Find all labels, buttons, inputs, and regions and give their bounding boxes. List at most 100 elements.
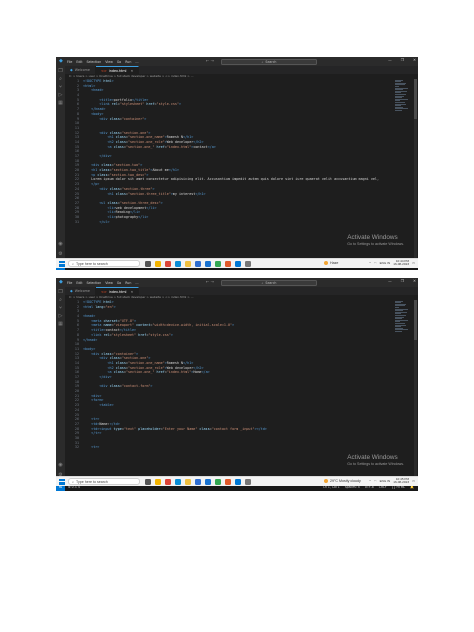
vscode-taskbar-icon[interactable] [235, 478, 241, 485]
command-search-box[interactable]: ⌕ Search [221, 58, 317, 65]
close-tab-icon[interactable]: ✕ [130, 69, 133, 73]
nav-arrows-icon[interactable]: ← → [206, 58, 214, 63]
taskbar-apps [145, 478, 251, 485]
notification-center-icon[interactable]: ▭ [412, 261, 415, 265]
extensions-icon[interactable]: ▦ [58, 101, 63, 106]
mail-icon[interactable] [205, 478, 211, 485]
wifi-icon[interactable]: ◠ [374, 261, 377, 265]
tray-chevron-icon[interactable]: ^ [369, 261, 370, 265]
windows-start-icon[interactable] [59, 260, 65, 267]
menu-item[interactable]: … [135, 281, 138, 285]
vscode-taskbar-icon[interactable] [235, 260, 241, 267]
tab-welcome[interactable]: ◆ Welcome [65, 287, 96, 295]
minimize-button[interactable]: — [388, 279, 392, 283]
taskbar-search-box[interactable]: ⌕ Type here to search [68, 478, 140, 485]
tray-chevron-icon[interactable]: ^ [369, 479, 370, 483]
task-view-icon[interactable] [145, 478, 151, 485]
minimap[interactable] [395, 300, 409, 360]
weather-text: Haze [330, 260, 339, 265]
menu-item[interactable]: File [67, 281, 72, 285]
scroll-thumb[interactable] [414, 300, 417, 340]
wifi-icon[interactable]: ◠ [374, 479, 377, 483]
menu-item[interactable]: Edit [76, 281, 82, 285]
account-icon[interactable]: ◉ [58, 242, 63, 247]
mail-icon[interactable] [205, 260, 211, 267]
browser-icon[interactable] [155, 260, 161, 267]
account-icon[interactable]: ◉ [58, 463, 63, 468]
close-tab-icon[interactable]: ✕ [130, 290, 133, 294]
explorer-icon[interactable]: ❐ [58, 290, 63, 295]
clock[interactable]: 10:44 PM 16-08-2023 [393, 259, 409, 267]
settings-icon[interactable] [245, 478, 251, 485]
taskbar-apps [145, 260, 251, 267]
chrome-icon-2[interactable] [215, 478, 221, 485]
store-icon[interactable] [195, 260, 201, 267]
start-tile [62, 481, 65, 485]
source-control-icon[interactable]: ⑂ [58, 85, 63, 90]
menu-item[interactable]: Run [125, 60, 131, 64]
chrome-icon[interactable] [165, 478, 171, 485]
close-button[interactable]: ✕ [413, 279, 416, 283]
vscode-logo-icon: ◆ [59, 58, 63, 64]
task-view-icon[interactable] [145, 260, 151, 267]
menu-item[interactable]: … [135, 60, 138, 64]
code-content[interactable]: <!DOCTYPE html> <html> <head> <title>port… [83, 79, 379, 224]
file-explorer-icon[interactable] [185, 478, 191, 485]
run-debug-icon[interactable]: ▷ [58, 314, 63, 319]
menu-item[interactable]: Go [117, 281, 121, 285]
browser-icon[interactable] [155, 478, 161, 485]
tab-index-html[interactable]: <> index.html ✕ [95, 287, 140, 295]
weather-widget[interactable]: 29°C Mostly cloudy [324, 478, 361, 483]
office-icon[interactable] [225, 478, 231, 485]
search-icon[interactable]: ⌕ [58, 298, 63, 303]
menu-item[interactable]: Edit [76, 60, 82, 64]
chrome-icon[interactable] [165, 260, 171, 267]
chrome-icon-2[interactable] [215, 260, 221, 267]
minimize-button[interactable]: — [388, 58, 392, 62]
source-control-icon[interactable]: ⑂ [58, 306, 63, 311]
code-content[interactable]: <!DOCTYPE html> <html lang="en"> <head> <m… [83, 300, 267, 450]
weather-widget[interactable]: Haze [324, 260, 339, 265]
edge-icon[interactable] [175, 478, 181, 485]
menu-item[interactable]: Selection [87, 281, 102, 285]
tab-index-html[interactable]: <> index.html ✕ [95, 66, 140, 74]
notification-center-icon[interactable]: ▭ [412, 479, 415, 483]
extensions-icon[interactable]: ▦ [58, 322, 63, 327]
vertical-scrollbar[interactable] [414, 300, 417, 483]
menu-item[interactable]: Run [125, 281, 131, 285]
vertical-scrollbar[interactable] [414, 79, 417, 262]
taskbar-search-box[interactable]: ⌕ Type here to search [68, 260, 140, 267]
maximize-button[interactable]: ❐ [401, 279, 404, 283]
code-editor[interactable]: 1 2 3 4 5 6 7 8 9 10 11 12 13 14 15 16 17 18 19 20 21 22 23 24 2… [65, 300, 395, 483]
windows-start-icon[interactable] [59, 478, 65, 485]
code-editor[interactable]: 1 2 3 4 5 6 7 8 9 10 11 12 13 14 15 16 17 18 19 20 21 22 23 24 2… [65, 79, 395, 262]
language-indicator[interactable]: ENG IN [380, 261, 391, 265]
command-search-box[interactable]: ⌕ Search [221, 279, 317, 286]
close-button[interactable]: ✕ [413, 58, 416, 62]
window-controls: — ❐ ✕ [388, 58, 416, 62]
search-icon[interactable]: ⌕ [58, 77, 63, 82]
menu-item[interactable]: Selection [87, 60, 102, 64]
store-icon[interactable] [195, 478, 201, 485]
minimap[interactable] [395, 79, 409, 139]
file-explorer-icon[interactable] [185, 260, 191, 267]
nav-arrows-icon[interactable]: ← → [206, 279, 214, 284]
run-debug-icon[interactable]: ▷ [58, 93, 63, 98]
settings-gear-icon[interactable]: ⚙ [58, 252, 63, 257]
edge-icon[interactable] [175, 260, 181, 267]
settings-icon[interactable] [245, 260, 251, 267]
explorer-icon[interactable]: ❐ [58, 69, 63, 74]
menu-item[interactable]: File [67, 60, 72, 64]
language-indicator[interactable]: ENG IN [380, 479, 391, 483]
maximize-button[interactable]: ❐ [401, 58, 404, 62]
clock[interactable]: 10:45 PM 16-08-2023 [393, 477, 409, 485]
menu-item[interactable]: Go [117, 60, 121, 64]
menu-item[interactable]: View [105, 281, 113, 285]
watermark-subtitle: Go to Settings to activate Windows. [347, 241, 404, 246]
system-tray: ^ ◠ ENG IN 10:44 PM 16-08-2023 ▭ [369, 259, 415, 267]
office-icon[interactable] [225, 260, 231, 267]
tab-welcome[interactable]: ◆ Welcome [65, 66, 96, 74]
search-label: Search [265, 280, 277, 285]
scroll-thumb[interactable] [414, 79, 417, 119]
menu-item[interactable]: View [105, 60, 113, 64]
